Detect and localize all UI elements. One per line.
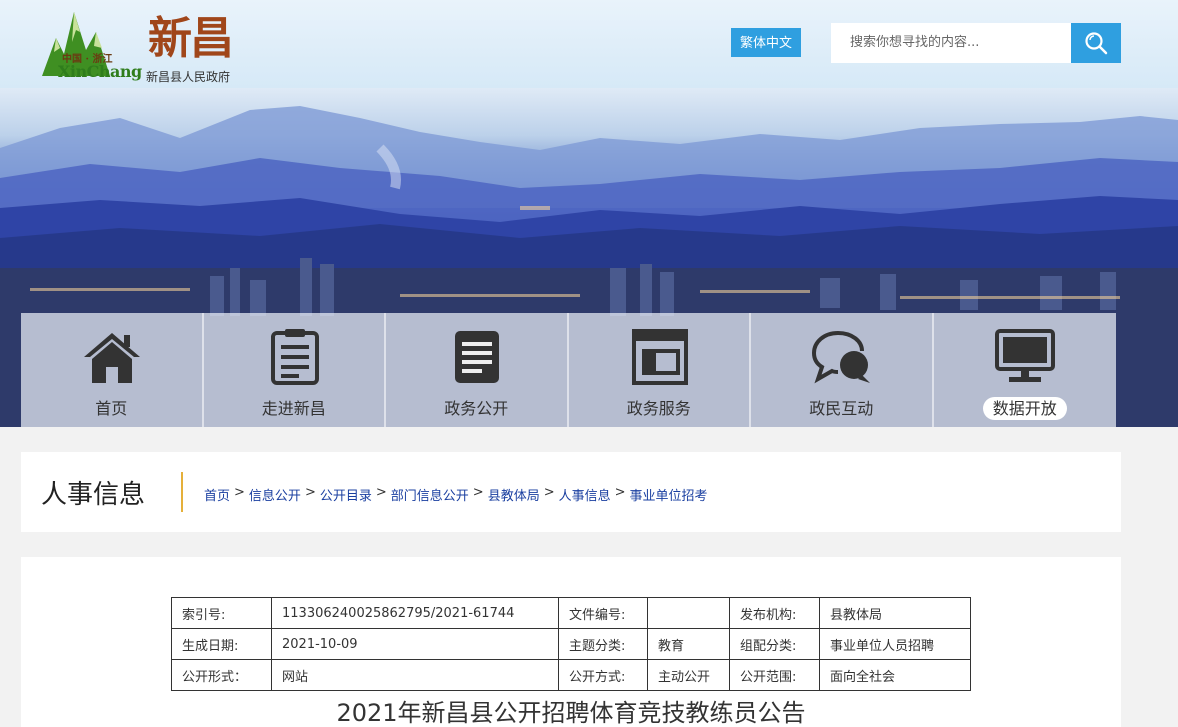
nav-item-home[interactable]: 首页	[21, 313, 204, 427]
site-logo[interactable]: 中国 · 浙江 XinChang 新昌 新昌县人民政府	[38, 2, 248, 84]
chat-bubbles-icon	[812, 331, 870, 384]
meta-value: 县教体局	[819, 597, 971, 629]
breadcrumb-link-home[interactable]: 首页	[204, 485, 230, 504]
document-meta-table: 索引号: 113306240025862795/2021-61744 文件编号:…	[171, 597, 971, 691]
meta-label: 公开方式:	[558, 659, 648, 691]
meta-value: 113306240025862795/2021-61744	[271, 597, 559, 629]
nav-label-home: 首页	[95, 399, 128, 418]
nav-item-about-xinchang[interactable]: 走进新昌	[203, 313, 386, 427]
breadcrumb-link-dept-info[interactable]: 部门信息公开	[391, 485, 469, 504]
window-icon	[631, 329, 688, 385]
breadcrumb-bar: 人事信息 首页 > 信息公开 > 公开目录 > 部门信息公开 > 县教体局 > 人事信息 >…	[21, 452, 1121, 532]
search-icon	[1085, 32, 1108, 55]
nav-item-interaction[interactable]: 政民互动	[751, 313, 934, 427]
search-button[interactable]	[1071, 23, 1121, 63]
title-divider	[181, 472, 183, 512]
nav-item-open-data[interactable]: 数据开放	[933, 313, 1117, 427]
notes-icon	[455, 331, 499, 383]
site-header: 中国 · 浙江 XinChang 新昌 新昌县人民政府 繁体中文 搜索你想寻找的…	[0, 0, 1178, 88]
meta-value: 教育	[647, 628, 730, 660]
breadcrumb-link-recruitment[interactable]: 事业单位招考	[630, 485, 708, 504]
logo-latin-text: XinChang	[58, 62, 142, 81]
nav-label-interaction: 政民互动	[809, 399, 874, 418]
home-icon	[84, 333, 140, 383]
main-navigation: 首页 走进新昌 政务公开 政务服务 政民互动 数据开放	[21, 313, 1116, 427]
nav-label-open-data: 数据开放	[934, 395, 1117, 420]
article-content: 索引号: 113306240025862795/2021-61744 文件编号:…	[21, 557, 1121, 727]
table-row: 生成日期: 2021-10-09 主题分类: 教育 组配分类: 事业单位人员招聘	[171, 628, 971, 660]
nav-label-about: 走进新昌	[261, 399, 326, 418]
table-row: 索引号: 113306240025862795/2021-61744 文件编号:…	[171, 597, 971, 629]
document-list-icon	[270, 329, 319, 385]
meta-label: 组配分类:	[729, 628, 820, 660]
meta-label: 主题分类:	[558, 628, 648, 660]
meta-label: 发布机构:	[729, 597, 820, 629]
gov-name: 新昌县人民政府	[146, 70, 231, 84]
breadcrumb: 首页 > 信息公开 > 公开目录 > 部门信息公开 > 县教体局 > 人事信息 > 事业单位…	[204, 485, 708, 504]
meta-label: 公开范围:	[729, 659, 820, 691]
meta-value: 面向全社会	[819, 659, 971, 691]
breadcrumb-link-personnel[interactable]: 人事信息	[559, 485, 611, 504]
meta-label: 生成日期:	[171, 628, 272, 660]
meta-value: 网站	[271, 659, 559, 691]
breadcrumb-link-education-bureau[interactable]: 县教体局	[488, 485, 540, 504]
meta-label: 文件编号:	[558, 597, 648, 629]
meta-value: 事业单位人员招聘	[819, 628, 971, 660]
table-row: 公开形式： 网站 公开方式: 主动公开 公开范围: 面向全社会	[171, 659, 971, 691]
breadcrumb-link-catalog[interactable]: 公开目录	[320, 485, 372, 504]
search-input[interactable]: 搜索你想寻找的内容...	[831, 23, 1071, 63]
meta-label: 公开形式：	[171, 659, 272, 691]
document-title: 2021年新昌县公开招聘体育竞技教练员公告	[336, 699, 806, 727]
nav-label-gov-service: 政务服务	[626, 399, 691, 418]
nav-item-gov-service[interactable]: 政务服务	[568, 313, 751, 427]
breadcrumb-link-info-open[interactable]: 信息公开	[249, 485, 301, 504]
nav-item-gov-info[interactable]: 政务公开	[386, 313, 569, 427]
meta-label: 索引号:	[171, 597, 272, 629]
meta-value: 2021-10-09	[271, 628, 559, 660]
meta-value	[647, 597, 730, 629]
logo-title-text: 新昌	[148, 13, 234, 64]
monitor-icon	[994, 329, 1055, 382]
nav-label-gov-info: 政务公开	[444, 399, 509, 418]
meta-value: 主动公开	[647, 659, 730, 691]
section-title: 人事信息	[41, 480, 146, 510]
traditional-chinese-button[interactable]: 繁体中文	[731, 28, 801, 57]
